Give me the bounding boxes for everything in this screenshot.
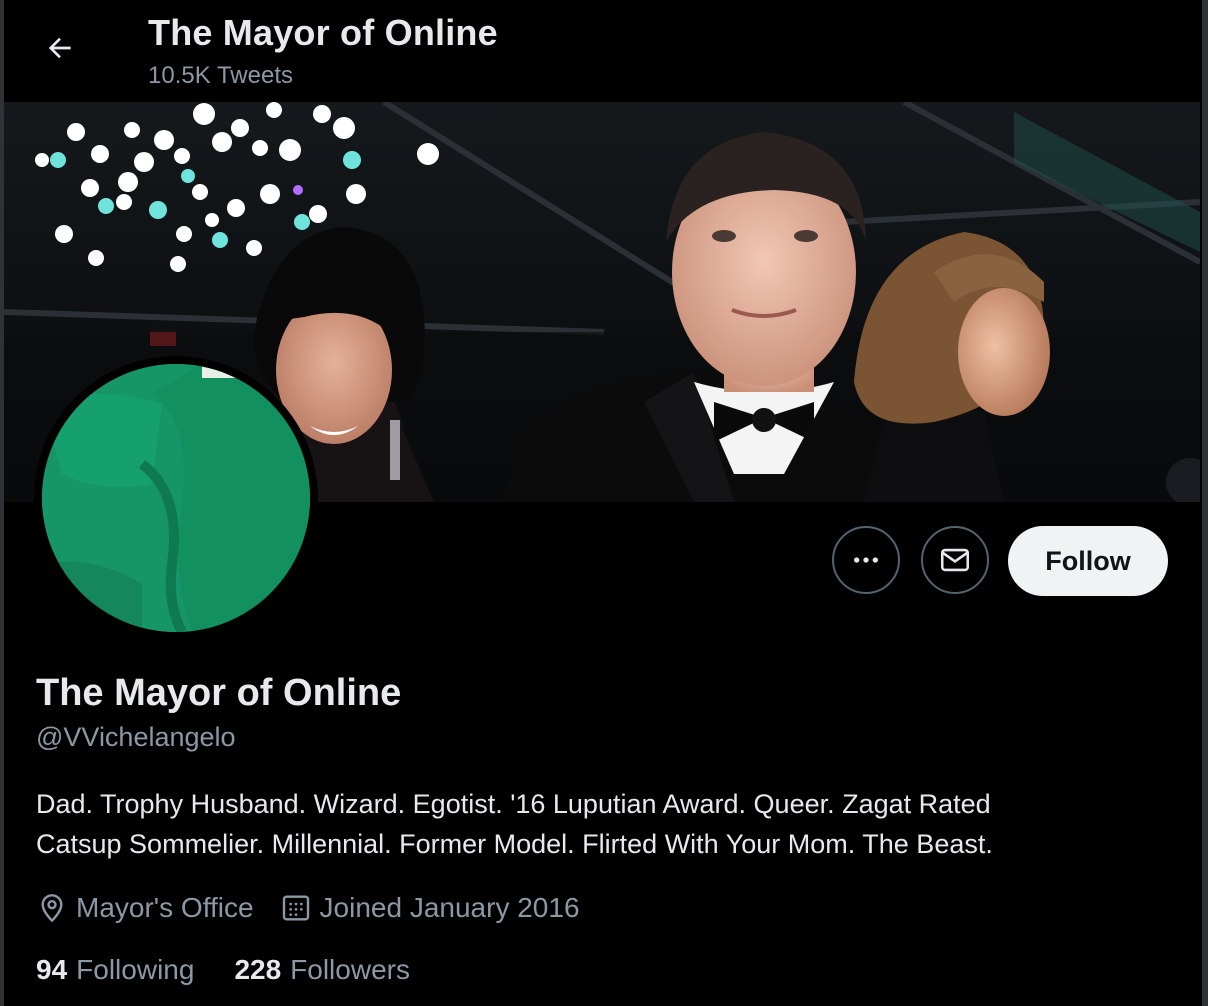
avatar-image: [42, 364, 310, 632]
follow-button[interactable]: Follow: [1008, 526, 1168, 596]
ellipsis-icon: [854, 557, 878, 563]
more-options-button[interactable]: [832, 526, 900, 594]
calendar-icon: [282, 895, 309, 921]
header-title: The Mayor of Online: [148, 12, 498, 53]
tweet-count: 10.5K Tweets: [148, 62, 293, 89]
location-pin-icon: [41, 894, 63, 923]
followers-link[interactable]: 228 Followers: [234, 954, 410, 986]
window-frame-right: [1202, 0, 1208, 1006]
following-label: Following: [76, 954, 195, 985]
profile-avatar[interactable]: [34, 356, 318, 640]
bio-line: Dad. Trophy Husband. Wizard. Egotist. '1…: [36, 789, 991, 819]
joined-item: Joined January 2016: [280, 892, 580, 924]
display-name: The Mayor of Online: [36, 672, 402, 714]
following-count: 94: [36, 954, 68, 985]
bio-line: Catsup Sommelier. Millennial. Former Mod…: [36, 829, 993, 859]
envelope-icon: [940, 548, 970, 572]
location-item: Mayor's Office: [36, 892, 254, 924]
back-button[interactable]: [34, 22, 86, 74]
joined-text: Joined January 2016: [319, 892, 580, 923]
followers-label: Followers: [290, 954, 410, 985]
user-handle: @VVichelangelo: [36, 722, 236, 752]
profile-meta: Mayor's Office Joined January 2016: [36, 888, 606, 928]
profile-header: The Mayor of Online 10.5K Tweets: [4, 0, 1202, 102]
profile-stats: 94 Following 228 Followers: [36, 950, 450, 990]
location-text: Mayor's Office: [76, 892, 254, 923]
followers-count: 228: [234, 954, 282, 985]
message-button[interactable]: [921, 526, 989, 594]
arrow-left-icon: [48, 37, 71, 59]
profile-bio: Dad. Trophy Husband. Wizard. Egotist. '1…: [36, 784, 1176, 864]
following-link[interactable]: 94 Following: [36, 954, 194, 986]
